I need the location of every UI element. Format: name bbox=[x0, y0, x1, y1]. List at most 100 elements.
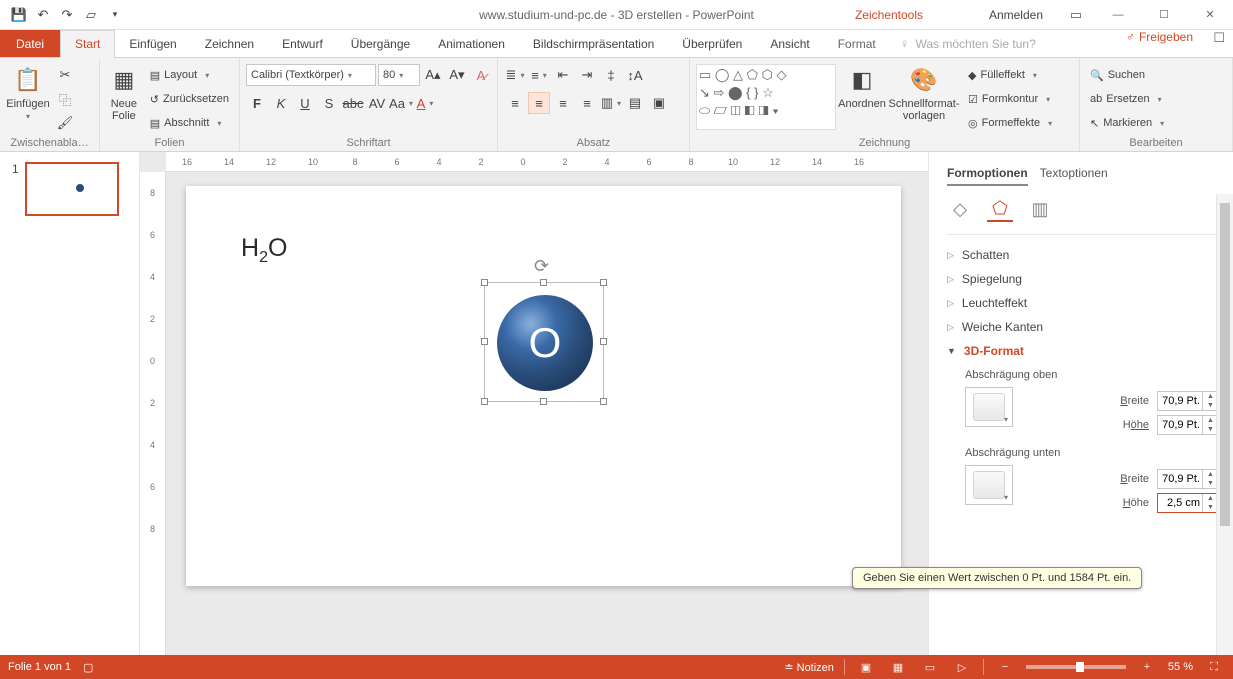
resize-handle[interactable] bbox=[481, 398, 488, 405]
reading-view-icon[interactable]: ▭ bbox=[919, 658, 941, 676]
replace-button[interactable]: abErsetzen▾ bbox=[1086, 88, 1168, 110]
layout-button[interactable]: ▤Layout▾ bbox=[146, 64, 233, 86]
paste-button[interactable]: 📋 Einfügen ▾ bbox=[6, 64, 50, 121]
tab-ueberpruefen[interactable]: Überprüfen bbox=[668, 30, 756, 57]
change-case-icon[interactable]: Aa▾ bbox=[390, 92, 412, 114]
close-button[interactable]: ✕ bbox=[1187, 0, 1233, 30]
fill-line-icon[interactable]: ◇ bbox=[947, 196, 973, 222]
bullets-icon[interactable]: ≣▾ bbox=[504, 64, 526, 86]
bevel-top-picker[interactable]: ▾ bbox=[965, 387, 1013, 427]
shapes-gallery[interactable]: ▭ ◯ △ ⬠ ⬡ ◇ ↘ ⇨ ⬤ { } ☆ ⬭ ▱ ◫ ◧ ◨ ▾ bbox=[696, 64, 836, 130]
increase-indent-icon[interactable]: ⇥ bbox=[576, 64, 598, 86]
share-button[interactable]: ♂ Freigeben bbox=[1126, 30, 1193, 44]
shape-fill-button[interactable]: ◆Fülleffekt▾ bbox=[964, 64, 1056, 86]
format-painter-icon[interactable]: 🖌 bbox=[54, 112, 76, 134]
sign-in-link[interactable]: Anmelden bbox=[975, 8, 1057, 22]
reset-button[interactable]: ↺Zurücksetzen bbox=[146, 88, 233, 110]
bevel-top-height-input[interactable]: ▲▼ bbox=[1157, 415, 1221, 435]
maximize-button[interactable]: ☐ bbox=[1141, 0, 1187, 30]
slide-canvas[interactable]: H2O ⟳ O bbox=[186, 186, 901, 586]
select-button[interactable]: ↖Markieren▾ bbox=[1086, 112, 1168, 134]
smartart-icon[interactable]: ▣ bbox=[648, 92, 670, 114]
start-from-beginning-icon[interactable]: ▱ bbox=[80, 4, 102, 26]
redo-icon[interactable]: ↷ bbox=[56, 4, 78, 26]
quick-styles-button[interactable]: 🎨 Schnellformat- vorlagen bbox=[888, 64, 960, 122]
collapse-ribbon-icon[interactable]: ☐ bbox=[1213, 30, 1225, 46]
pane-tab-text-options[interactable]: Textoptionen bbox=[1040, 166, 1108, 186]
copy-icon[interactable]: ⿻ bbox=[54, 88, 76, 110]
section-glow[interactable]: ▷Leuchteffekt bbox=[947, 291, 1233, 315]
arrange-button[interactable]: ◧ Anordnen bbox=[840, 64, 884, 110]
save-icon[interactable]: 💾 bbox=[8, 4, 30, 26]
italic-icon[interactable]: K bbox=[270, 92, 292, 114]
zoom-level[interactable]: 55 % bbox=[1168, 661, 1193, 673]
strikethrough-icon[interactable]: abc bbox=[342, 92, 364, 114]
section-soft-edges[interactable]: ▷Weiche Kanten bbox=[947, 315, 1233, 339]
columns-icon[interactable]: ▥▾ bbox=[600, 92, 622, 114]
tab-file[interactable]: Datei bbox=[0, 30, 60, 57]
tab-ansicht[interactable]: Ansicht bbox=[756, 30, 823, 57]
font-color-icon[interactable]: A▾ bbox=[414, 92, 436, 114]
resize-handle[interactable] bbox=[600, 398, 607, 405]
resize-handle[interactable] bbox=[600, 279, 607, 286]
resize-handle[interactable] bbox=[540, 279, 547, 286]
fit-to-window-icon[interactable]: ⛶ bbox=[1203, 658, 1225, 676]
notes-button[interactable]: ≐ Notizen bbox=[784, 661, 834, 674]
tab-format[interactable]: Format bbox=[824, 30, 890, 57]
tab-einfuegen[interactable]: Einfügen bbox=[115, 30, 190, 57]
decrease-font-icon[interactable]: A▾ bbox=[446, 64, 468, 86]
section-button[interactable]: ▤Abschnitt▾ bbox=[146, 112, 233, 134]
clear-formatting-icon[interactable]: A̷ bbox=[470, 64, 492, 86]
bevel-bottom-width-input[interactable]: ▲▼ bbox=[1157, 469, 1221, 489]
normal-view-icon[interactable]: ▣ bbox=[855, 658, 877, 676]
justify-icon[interactable]: ≡ bbox=[576, 92, 598, 114]
section-3d-format[interactable]: ▼3D-Format bbox=[947, 339, 1233, 363]
align-text-icon[interactable]: ▤ bbox=[624, 92, 646, 114]
bevel-top-width-input[interactable]: ▲▼ bbox=[1157, 391, 1221, 411]
qat-customize-icon[interactable]: ▾ bbox=[104, 4, 126, 26]
selected-shape[interactable]: ⟳ O bbox=[484, 260, 604, 408]
resize-handle[interactable] bbox=[600, 338, 607, 345]
zoom-slider[interactable] bbox=[1026, 665, 1126, 669]
effects-icon[interactable]: ⬠ bbox=[987, 196, 1013, 222]
numbering-icon[interactable]: ≡▾ bbox=[528, 64, 550, 86]
bevel-bottom-height-input[interactable]: ▲▼ bbox=[1157, 493, 1221, 513]
new-slide-button[interactable]: ▦ Neue Folie bbox=[106, 64, 142, 122]
cut-icon[interactable]: ✂ bbox=[54, 64, 76, 86]
resize-handle[interactable] bbox=[540, 398, 547, 405]
bevel-bottom-picker[interactable]: ▾ bbox=[965, 465, 1013, 505]
pane-tab-shape-options[interactable]: Formoptionen bbox=[947, 166, 1028, 186]
line-spacing-icon[interactable]: ‡ bbox=[600, 64, 622, 86]
slideshow-view-icon[interactable]: ▷ bbox=[951, 658, 973, 676]
minimize-button[interactable]: — bbox=[1095, 0, 1141, 30]
resize-handle[interactable] bbox=[481, 279, 488, 286]
font-name-combo[interactable]: Calibri (Textkörper)▾ bbox=[246, 64, 376, 86]
sorter-view-icon[interactable]: ▦ bbox=[887, 658, 909, 676]
resize-handle[interactable] bbox=[481, 338, 488, 345]
sphere-shape[interactable]: O bbox=[497, 295, 593, 391]
align-left-icon[interactable]: ≡ bbox=[504, 92, 526, 114]
tell-me-search[interactable]: ♀ Was möchten Sie tun? bbox=[890, 30, 1046, 57]
tab-entwurf[interactable]: Entwurf bbox=[268, 30, 337, 57]
find-button[interactable]: 🔍Suchen bbox=[1086, 64, 1168, 86]
zoom-in-icon[interactable]: + bbox=[1136, 658, 1158, 676]
undo-icon[interactable]: ↶ bbox=[32, 4, 54, 26]
rotation-handle-icon[interactable]: ⟳ bbox=[534, 256, 554, 276]
tab-zeichnen[interactable]: Zeichnen bbox=[191, 30, 268, 57]
section-shadow[interactable]: ▷Schatten bbox=[947, 243, 1233, 267]
size-properties-icon[interactable]: ▥ bbox=[1027, 196, 1053, 222]
pane-scrollbar[interactable] bbox=[1216, 194, 1233, 655]
font-size-combo[interactable]: 80▾ bbox=[378, 64, 420, 86]
increase-font-icon[interactable]: A▴ bbox=[422, 64, 444, 86]
tab-animationen[interactable]: Animationen bbox=[424, 30, 519, 57]
tab-uebergaenge[interactable]: Übergänge bbox=[337, 30, 424, 57]
tab-praesentation[interactable]: Bildschirmpräsentation bbox=[519, 30, 668, 57]
ribbon-display-options-icon[interactable]: ▭ bbox=[1057, 0, 1095, 30]
shape-effects-button[interactable]: ◎Formeffekte▾ bbox=[964, 112, 1056, 134]
spellcheck-icon[interactable]: ▢ bbox=[83, 661, 93, 674]
slide-thumbnail-1[interactable] bbox=[25, 162, 119, 216]
char-spacing-icon[interactable]: AV bbox=[366, 92, 388, 114]
underline-icon[interactable]: U bbox=[294, 92, 316, 114]
zoom-out-icon[interactable]: − bbox=[994, 658, 1016, 676]
section-reflection[interactable]: ▷Spiegelung bbox=[947, 267, 1233, 291]
